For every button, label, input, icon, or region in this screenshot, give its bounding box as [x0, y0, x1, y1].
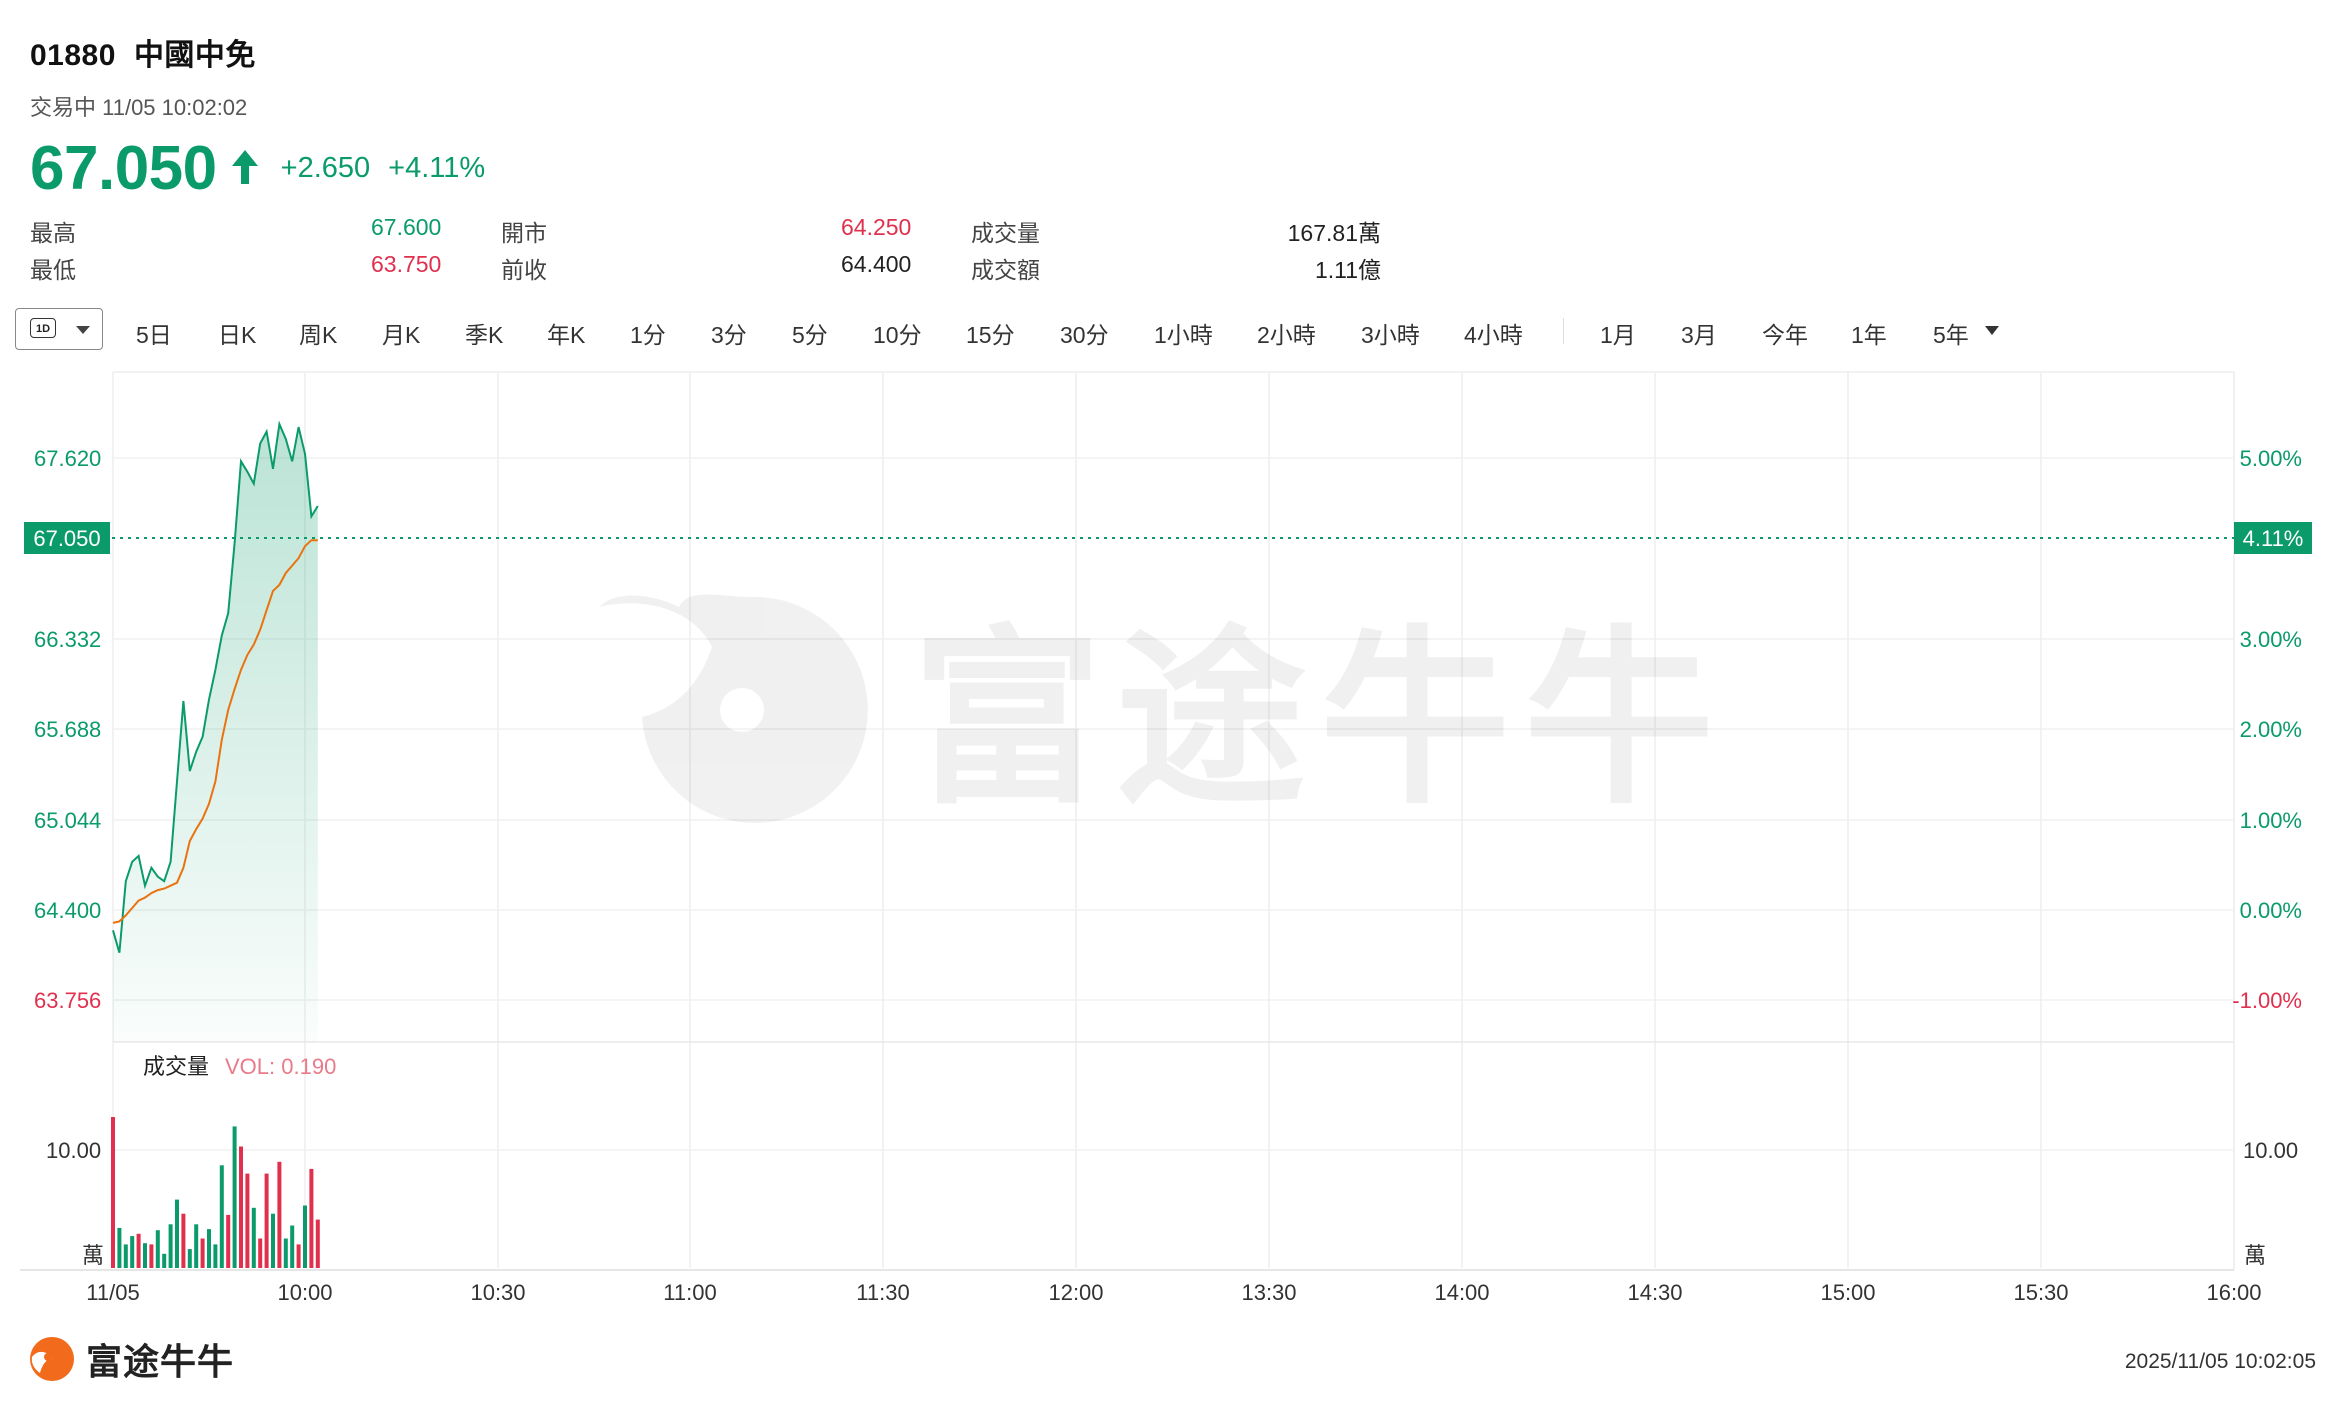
pct-tick-label: 3.00%	[2240, 627, 2302, 652]
watermark-text: 富途牛牛	[912, 614, 1728, 826]
volume-bar	[271, 1213, 275, 1268]
volume-bar	[136, 1233, 141, 1268]
volume-bar	[219, 1165, 224, 1268]
price-tick-label: 67.620	[34, 446, 101, 471]
volume-bar	[200, 1238, 205, 1268]
volume-bar	[309, 1168, 314, 1268]
volume-bar	[207, 1229, 211, 1268]
volume-axis-label: 10.00	[46, 1138, 101, 1163]
volume-bar	[258, 1238, 263, 1268]
volume-bar	[251, 1207, 256, 1268]
price-tick-label: 65.044	[34, 808, 101, 833]
volume-bar	[264, 1173, 269, 1268]
volume-unit-label-right: 萬	[2244, 1243, 2266, 1268]
time-tick-label: 15:00	[1820, 1280, 1875, 1305]
volume-bar	[283, 1238, 288, 1268]
price-tick-label: 65.688	[34, 717, 101, 742]
current-price-tag-text: 67.050	[33, 526, 100, 551]
time-tick-label: 15:30	[2013, 1280, 2068, 1305]
volume-bar	[111, 1117, 115, 1268]
volume-bar	[168, 1224, 173, 1268]
pct-tick-label: 0.00%	[2240, 898, 2302, 923]
volume-bars: 成交量 VOL: 0.190 10.00 10.00 萬 萬	[46, 1054, 2298, 1268]
price-area-fill	[113, 424, 318, 1043]
pct-tick-label: -1.00%	[2232, 988, 2302, 1013]
time-tick-label: 11:30	[856, 1280, 909, 1305]
volume-bar	[232, 1126, 237, 1268]
time-tick-label: 10:30	[470, 1280, 525, 1305]
volume-axis-label-right: 10.00	[2243, 1138, 2298, 1163]
pct-tick-label: 2.00%	[2240, 717, 2302, 742]
watermark: 富途牛牛	[599, 594, 1728, 826]
volume-bar	[123, 1244, 128, 1268]
time-tick-label: 14:30	[1627, 1280, 1682, 1305]
volume-bar	[130, 1236, 135, 1268]
volume-bar	[117, 1227, 122, 1268]
time-tick-label: 16:00	[2206, 1280, 2261, 1305]
volume-bar	[155, 1230, 160, 1268]
intraday-chart[interactable]: 富途牛牛 67.620 66.332 65.688 65.044 64.400 63.75…	[0, 0, 2340, 1408]
time-tick-label: 12:00	[1048, 1280, 1103, 1305]
volume-bar	[194, 1224, 199, 1268]
volume-bar	[149, 1244, 154, 1268]
footer-brand: 富途牛牛	[28, 1334, 234, 1384]
volume-unit-label: 萬	[82, 1243, 104, 1268]
volume-bar	[296, 1244, 301, 1268]
time-tick-label: 11/05	[86, 1280, 139, 1305]
volume-bar	[290, 1225, 295, 1268]
volume-bar	[245, 1173, 250, 1268]
price-tick-label: 64.400	[34, 898, 101, 923]
volume-bar	[162, 1253, 167, 1268]
volume-title: 成交量	[143, 1054, 209, 1079]
volume-bar	[187, 1249, 192, 1268]
time-tick-label: 13:30	[1241, 1280, 1296, 1305]
volume-bar	[277, 1161, 282, 1268]
volume-bar	[239, 1146, 243, 1268]
time-tick-label: 14:00	[1434, 1280, 1489, 1305]
volume-bar	[303, 1205, 307, 1268]
volume-bar	[226, 1214, 231, 1268]
time-tick-label: 10:00	[277, 1280, 332, 1305]
price-tick-label: 66.332	[34, 627, 101, 652]
volume-bar	[213, 1244, 218, 1268]
futu-logo-icon	[30, 1337, 74, 1381]
price-tick-label: 63.756	[34, 988, 101, 1013]
pct-tick-label: 5.00%	[2240, 446, 2302, 471]
volume-value-label: VOL: 0.190	[225, 1054, 336, 1079]
price-area	[113, 424, 318, 1043]
time-tick-label: 11:00	[663, 1280, 716, 1305]
axis-labels: 67.620 66.332 65.688 65.044 64.400 63.756 5.00…	[24, 446, 2312, 1305]
volume-bar	[315, 1219, 320, 1268]
footer-timestamp: 2025/11/05 10:02:05	[2124, 1350, 2316, 1373]
current-pct-tag-text: 4.11%	[2243, 526, 2304, 551]
brand-name: 富途牛牛	[86, 1341, 235, 1382]
pct-tick-label: 1.00%	[2240, 808, 2302, 833]
volume-bar	[181, 1213, 186, 1268]
volume-bar	[143, 1243, 147, 1268]
brand-watermark-logo	[599, 594, 868, 823]
volume-bar	[175, 1199, 179, 1268]
